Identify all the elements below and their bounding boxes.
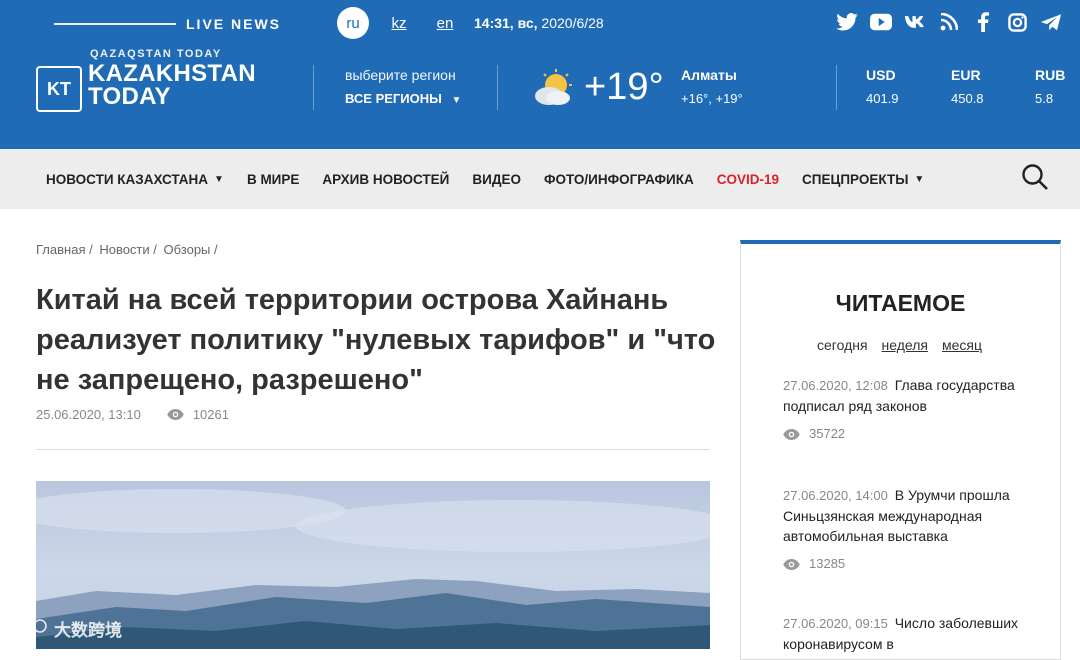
nav-photo[interactable]: ФОТО/ИНФОГРАФИКА bbox=[544, 172, 694, 187]
rss-icon[interactable] bbox=[938, 11, 960, 33]
watermark: 大数跨境 bbox=[8, 616, 122, 641]
currency-usd: USD 401.9 bbox=[866, 67, 899, 106]
nav-world[interactable]: В МИРЕ bbox=[247, 172, 299, 187]
vk-icon[interactable] bbox=[904, 11, 926, 33]
currency-rate: 5.8 bbox=[1035, 91, 1054, 106]
divider bbox=[36, 449, 710, 450]
tab-week[interactable]: неделя bbox=[882, 337, 928, 353]
nav-video[interactable]: ВИДЕО bbox=[472, 172, 521, 187]
breadcrumb: Главная / Новости / Обзоры / bbox=[36, 242, 218, 257]
tab-month[interactable]: месяц bbox=[942, 337, 982, 353]
nav-archive[interactable]: АРХИВ НОВОСТЕЙ bbox=[322, 172, 449, 187]
item-views: 13285 bbox=[783, 554, 1033, 574]
most-read-item[interactable]: 27.06.2020, 12:08 Глава государства подп… bbox=[783, 375, 1033, 444]
weather-widget: +19° bbox=[532, 66, 664, 109]
nav-special-projects[interactable]: СПЕЦПРОЕКТЫ ▼ bbox=[802, 172, 924, 187]
chevron-down-icon: ▼ bbox=[914, 173, 925, 185]
article-views: 10261 bbox=[167, 407, 229, 422]
watermark-logo-icon bbox=[9, 618, 47, 637]
article-date: 25.06.2020, 13:10 bbox=[36, 407, 141, 422]
currency-rate: 401.9 bbox=[866, 91, 899, 106]
breadcrumb-reviews[interactable]: Обзоры bbox=[164, 242, 211, 257]
lang-kz[interactable]: kz bbox=[383, 7, 415, 39]
logo-subtitle: QAZAQSTAN TODAY bbox=[90, 48, 222, 60]
chevron-down-icon: ▼ bbox=[214, 173, 224, 185]
telegram-icon[interactable] bbox=[1040, 11, 1062, 33]
region-label: выберите регион bbox=[345, 67, 456, 83]
most-read-item[interactable]: 27.06.2020, 14:00 В Урумчи прошла Синьцз… bbox=[783, 485, 1033, 574]
search-icon[interactable] bbox=[1021, 163, 1049, 191]
logo-name: KAZAKHSTAN TODAY bbox=[88, 60, 256, 110]
breadcrumb-news[interactable]: Новости bbox=[99, 242, 149, 257]
most-read-widget: ЧИТАЕМОЕ сегодня неделя месяц 27.06.2020… bbox=[740, 240, 1061, 660]
article-image[interactable] bbox=[36, 481, 710, 649]
header-divider bbox=[497, 65, 498, 110]
eye-icon bbox=[783, 558, 800, 570]
live-news-line bbox=[54, 23, 176, 25]
social-links bbox=[836, 11, 1062, 33]
facebook-icon[interactable] bbox=[972, 11, 994, 33]
main-nav: НОВОСТИ КАЗАХСТАНА ▼ В МИРЕ АРХИВ НОВОСТЕ… bbox=[0, 149, 1080, 209]
lang-en[interactable]: en bbox=[429, 7, 461, 39]
weather-city[interactable]: Алматы +16°, +19° bbox=[681, 67, 743, 106]
most-read-title: ЧИТАЕМОЕ bbox=[835, 290, 966, 316]
current-datetime: 14:31, вс, 2020/6/28 bbox=[474, 15, 604, 31]
twitter-icon[interactable] bbox=[836, 11, 858, 33]
item-views: 35722 bbox=[783, 424, 1033, 444]
logo-badge: KT bbox=[36, 66, 82, 112]
site-header: LIVE NEWS ru kz en 14:31, вс, 2020/6/28 bbox=[0, 0, 1080, 149]
current-date: 2020/6/28 bbox=[541, 15, 604, 31]
item-views-count: 35722 bbox=[809, 426, 846, 441]
views-count: 10261 bbox=[192, 407, 229, 422]
currency-code: EUR bbox=[951, 67, 981, 83]
item-date: 27.06.2020, 09:15 bbox=[783, 616, 888, 631]
watermark-text: 大数跨境 bbox=[54, 621, 122, 640]
youtube-icon[interactable] bbox=[870, 11, 892, 33]
city-name: Алматы bbox=[681, 67, 737, 83]
logo-line1: KAZAKHSTAN bbox=[88, 60, 256, 87]
article-title: Китай на всей территории острова Хайнань… bbox=[36, 284, 716, 396]
partly-cloudy-icon bbox=[535, 68, 572, 105]
breadcrumb-home[interactable]: Главная bbox=[36, 242, 85, 257]
item-date: 27.06.2020, 12:08 bbox=[783, 378, 888, 393]
tab-today[interactable]: сегодня bbox=[817, 337, 868, 353]
currency-eur: EUR 450.8 bbox=[951, 67, 984, 106]
lang-ru[interactable]: ru bbox=[337, 7, 369, 39]
currency-code: USD bbox=[866, 67, 896, 83]
item-date: 27.06.2020, 14:00 bbox=[783, 488, 888, 503]
temperature-range: +16°, +19° bbox=[681, 91, 743, 106]
live-news-label: LIVE NEWS bbox=[186, 16, 282, 32]
article-meta: 25.06.2020, 13:10 10261 bbox=[36, 407, 229, 422]
eye-icon bbox=[167, 409, 184, 420]
header-divider bbox=[836, 65, 837, 110]
live-news[interactable]: LIVE NEWS bbox=[54, 14, 281, 34]
logo-line2: TODAY bbox=[88, 83, 171, 110]
most-read-item[interactable]: 27.06.2020, 09:15 Число заболевших корон… bbox=[783, 613, 1033, 654]
currency-rub: RUB 5.8 bbox=[1035, 67, 1065, 106]
item-views-count: 13285 bbox=[809, 556, 846, 571]
header-divider bbox=[313, 65, 314, 110]
site-logo[interactable]: QAZAQSTAN TODAY KT KAZAKHSTAN TODAY bbox=[36, 48, 286, 118]
nav-kazakhstan-news[interactable]: НОВОСТИ КАЗАХСТАНА ▼ bbox=[46, 172, 224, 187]
currency-rate: 450.8 bbox=[951, 91, 984, 106]
region-value: ВСЕ РЕГИОНЫ ▼ bbox=[345, 91, 462, 106]
language-switcher: ru kz en bbox=[337, 7, 461, 39]
eye-icon bbox=[783, 428, 800, 440]
nav-covid[interactable]: COVID-19 bbox=[717, 172, 779, 187]
weather-temperature: +19° bbox=[584, 66, 664, 108]
current-time: 14:31, вс, bbox=[474, 15, 538, 31]
instagram-icon[interactable] bbox=[1006, 11, 1028, 33]
region-selector[interactable]: выберите регион ВСЕ РЕГИОНЫ ▼ bbox=[345, 67, 461, 106]
currency-code: RUB bbox=[1035, 67, 1066, 83]
period-tabs: сегодня неделя месяц bbox=[817, 337, 982, 353]
chevron-down-icon: ▼ bbox=[451, 95, 462, 106]
